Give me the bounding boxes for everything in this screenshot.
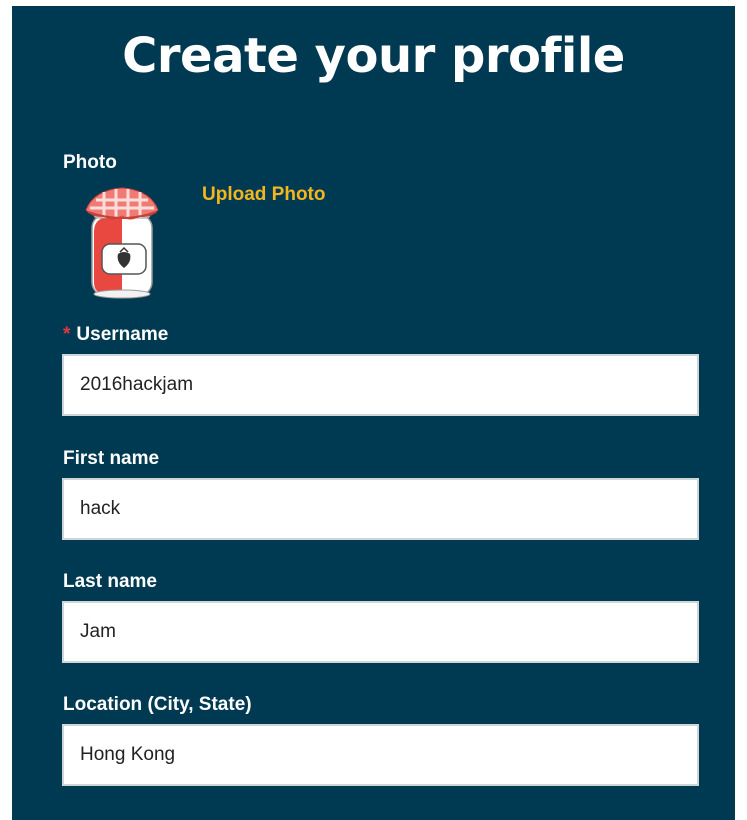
username-label: * Username bbox=[63, 324, 168, 346]
profile-panel: Create your profile Photo Upload Photo * bbox=[12, 6, 735, 820]
upload-photo-link[interactable]: Upload Photo bbox=[202, 184, 325, 206]
jam-jar-icon bbox=[85, 187, 159, 299]
location-label: Location (City, State) bbox=[63, 694, 252, 715]
last-name-field[interactable] bbox=[62, 601, 699, 663]
page-title: Create your profile bbox=[122, 28, 625, 84]
username-label-text: Username bbox=[76, 324, 169, 345]
last-name-label: Last name bbox=[63, 571, 157, 592]
avatar[interactable] bbox=[80, 184, 164, 302]
first-name-label: First name bbox=[63, 448, 160, 469]
username-field[interactable] bbox=[62, 354, 699, 416]
first-name-field[interactable] bbox=[62, 478, 699, 540]
photo-label: Photo bbox=[63, 152, 117, 173]
required-marker: * bbox=[63, 324, 71, 345]
location-field[interactable] bbox=[62, 724, 699, 786]
